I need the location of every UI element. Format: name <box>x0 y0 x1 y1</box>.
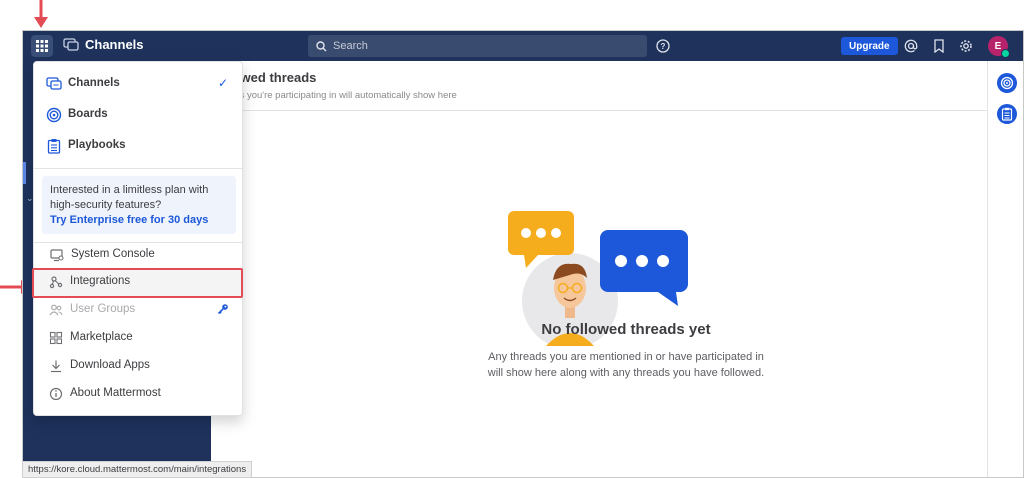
product-switcher-menu: Channels ✓ Boards Playbooks Interested i… <box>33 61 243 416</box>
avatar-initial: E <box>994 40 1002 52</box>
global-header: Channels Search ? Upgrade E <box>23 31 1023 61</box>
empty-state-title: No followed threads yet <box>541 321 711 338</box>
search-placeholder: Search <box>333 40 368 52</box>
empty-desc-line-2: will show here along with any threads yo… <box>487 367 765 379</box>
empty-state-description: Any threads you are mentioned in or have… <box>426 349 826 381</box>
product-switcher-button[interactable] <box>31 35 53 57</box>
settings-gear-icon[interactable] <box>958 38 974 54</box>
menu-item-label: Playbooks <box>68 139 126 151</box>
checkmark-icon: ✓ <box>217 76 228 90</box>
promo-text: Interested in a limitless plan with high… <box>50 184 209 211</box>
boards-icon <box>46 107 62 123</box>
menu-item-channels[interactable]: Channels ✓ <box>34 71 242 97</box>
product-title: Channels <box>63 37 144 52</box>
boards-icon <box>1000 76 1014 90</box>
app-bar-boards-button[interactable] <box>997 73 1017 93</box>
page-subtitle: ads you're participating in will automat… <box>229 90 457 101</box>
channels-icon <box>46 76 62 92</box>
grid-icon <box>36 40 48 52</box>
upgrade-button[interactable]: Upgrade <box>841 37 898 55</box>
search-icon <box>316 40 327 51</box>
app-bar-playbooks-button[interactable] <box>997 104 1017 124</box>
playbooks-icon <box>46 138 62 154</box>
help-icon[interactable]: ? <box>655 38 671 54</box>
enterprise-trial-promo: Interested in a limitless plan with high… <box>42 176 236 234</box>
browser-status-url: https://kore.cloud.mattermost.com/main/i… <box>22 461 253 478</box>
svg-text:?: ? <box>661 42 666 51</box>
mentions-icon[interactable] <box>903 38 919 54</box>
menu-item-label: Boards <box>68 108 108 120</box>
menu-item-system-console[interactable]: System Console <box>34 242 242 268</box>
saved-messages-icon[interactable] <box>931 38 947 54</box>
system-console-icon <box>49 247 65 263</box>
threads-header: lowed threads ads you're participating i… <box>211 61 987 111</box>
app-bar <box>987 61 1023 477</box>
annotation-arrow-down-icon <box>34 0 48 28</box>
channels-icon <box>63 37 79 51</box>
product-name: Channels <box>85 37 144 52</box>
menu-divider <box>34 168 242 169</box>
try-enterprise-link[interactable]: Try Enterprise free for 30 days <box>50 213 228 228</box>
menu-item-playbooks[interactable]: Playbooks <box>34 133 242 159</box>
sidebar-active-indicator <box>23 162 26 184</box>
menu-item-label: Channels <box>68 77 120 89</box>
online-status-icon <box>1001 49 1010 58</box>
playbooks-icon <box>1001 107 1013 121</box>
integrations-highlight <box>32 268 243 298</box>
user-avatar[interactable]: E <box>988 36 1010 58</box>
menu-item-label: System Console <box>71 248 155 260</box>
search-input[interactable]: Search <box>308 35 647 57</box>
empty-desc-line-1: Any threads you are mentioned in or have… <box>488 351 764 363</box>
menu-item-boards[interactable]: Boards <box>34 102 242 128</box>
